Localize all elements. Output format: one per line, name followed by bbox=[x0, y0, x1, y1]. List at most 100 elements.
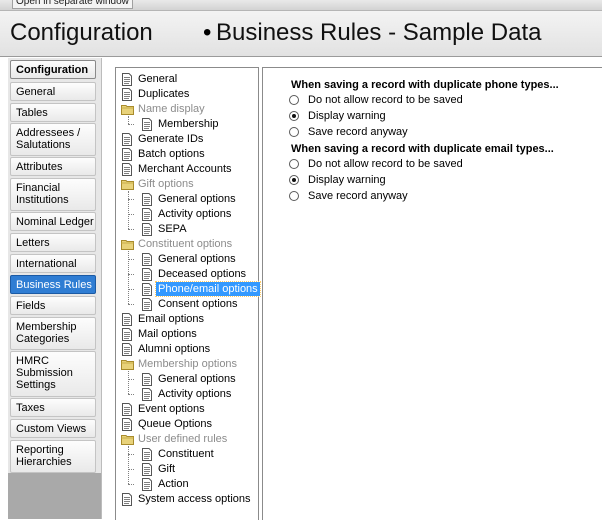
category-addressees-salutations[interactable]: Addressees / Salutations bbox=[10, 123, 96, 156]
category-taxes[interactable]: Taxes bbox=[10, 398, 96, 417]
category-membership-categories[interactable]: Membership Categories bbox=[10, 317, 96, 350]
tree-connector bbox=[128, 116, 129, 124]
radio-label: Do not allow record to be saved bbox=[308, 94, 463, 106]
tree-label: Name display bbox=[138, 103, 205, 115]
tree-label: Email options bbox=[138, 313, 205, 325]
page-icon bbox=[121, 343, 133, 356]
window-title-strip: Open in separate window bbox=[0, 0, 602, 11]
folder-icon bbox=[121, 103, 134, 116]
tree-label: Constituent options bbox=[138, 238, 233, 250]
radio-button[interactable] bbox=[289, 159, 299, 169]
tree-label: SEPA bbox=[158, 223, 187, 235]
folder-icon bbox=[121, 433, 134, 446]
radio-button[interactable] bbox=[289, 175, 299, 185]
category-nominal-ledger[interactable]: Nominal Ledger bbox=[10, 212, 96, 231]
tree-label: Batch options bbox=[138, 148, 205, 160]
tree-label: Deceased options bbox=[158, 268, 247, 280]
tree-connector bbox=[128, 124, 134, 125]
tree-label: Mail options bbox=[138, 328, 197, 340]
tree-label: Generate IDs bbox=[138, 133, 204, 145]
tree-label: Gift bbox=[158, 463, 176, 475]
page-icon bbox=[141, 478, 153, 491]
folder-icon bbox=[121, 358, 134, 371]
tree-label: General bbox=[138, 73, 178, 85]
tree-label: Gift options bbox=[138, 178, 194, 190]
tree-label: Action bbox=[158, 478, 189, 490]
tree-connector bbox=[128, 251, 129, 304]
page-icon bbox=[141, 208, 153, 221]
tree-connector bbox=[128, 484, 134, 485]
category-international[interactable]: International bbox=[10, 254, 96, 273]
tree-label: General options bbox=[158, 193, 236, 205]
tree-label: Duplicates bbox=[138, 88, 190, 100]
radio-button[interactable] bbox=[289, 191, 299, 201]
page-icon bbox=[121, 133, 133, 146]
page-icon bbox=[141, 388, 153, 401]
page-icon bbox=[121, 403, 133, 416]
page-icon bbox=[141, 193, 153, 206]
radio-label: Display warning bbox=[308, 110, 386, 122]
category-fields[interactable]: Fields bbox=[10, 296, 96, 315]
page-icon bbox=[121, 313, 133, 326]
tree-connector bbox=[128, 394, 134, 395]
page-icon bbox=[121, 88, 133, 101]
radio-button[interactable] bbox=[289, 95, 299, 105]
page-icon bbox=[141, 268, 153, 281]
page-icon bbox=[121, 73, 133, 86]
folder-icon bbox=[121, 238, 134, 251]
folder-icon bbox=[121, 178, 134, 191]
tree-connector bbox=[128, 191, 129, 229]
radio-label: Save record anyway bbox=[308, 126, 408, 138]
tree-label: Event options bbox=[138, 403, 205, 415]
tree-label: System access options bbox=[138, 493, 251, 505]
page-icon bbox=[121, 493, 133, 506]
tree-label: Alumni options bbox=[138, 343, 211, 355]
tree-connector bbox=[128, 446, 129, 484]
page-title: Configuration bbox=[10, 19, 153, 46]
tree-label: Activity options bbox=[158, 388, 232, 400]
page-icon bbox=[141, 298, 153, 311]
page-icon bbox=[141, 283, 153, 296]
category-tables[interactable]: Tables bbox=[10, 103, 96, 122]
page-icon bbox=[121, 148, 133, 161]
email-group-heading: When saving a record with duplicate emai… bbox=[291, 143, 554, 155]
page-icon bbox=[141, 223, 153, 236]
sidebar-empty-area bbox=[8, 473, 101, 519]
radio-label: Display warning bbox=[308, 174, 386, 186]
tree-label: Activity options bbox=[158, 208, 232, 220]
radio-button[interactable] bbox=[289, 127, 299, 137]
tree-connector bbox=[128, 229, 134, 230]
business-rules-tree[interactable]: General Duplicates Name display Membership G… bbox=[115, 67, 261, 520]
open-separate-window-button[interactable]: Open in separate window bbox=[12, 0, 133, 9]
tree-label: Phone/email options bbox=[155, 281, 261, 297]
tree-label: Consent options bbox=[158, 298, 238, 310]
radio-button[interactable] bbox=[289, 111, 299, 121]
category-financial-institutions[interactable]: Financial Institutions bbox=[10, 178, 96, 211]
category-attributes[interactable]: Attributes bbox=[10, 157, 96, 176]
category-business-rules[interactable]: Business Rules bbox=[10, 275, 96, 294]
category-configuration[interactable]: Configuration bbox=[10, 60, 96, 79]
radio-label: Save record anyway bbox=[308, 190, 408, 202]
category-custom-views[interactable]: Custom Views bbox=[10, 419, 96, 438]
page-subtitle: Business Rules - Sample Data bbox=[216, 19, 542, 46]
tree-label: User defined rules bbox=[138, 433, 228, 445]
tree-label: Membership options bbox=[138, 358, 238, 370]
options-pane: When saving a record with duplicate phon… bbox=[262, 67, 602, 520]
phone-group-heading: When saving a record with duplicate phon… bbox=[291, 79, 559, 91]
page-icon bbox=[141, 118, 153, 131]
page-icon bbox=[141, 373, 153, 386]
category-general[interactable]: General bbox=[10, 82, 96, 101]
header-divider bbox=[0, 56, 602, 57]
category-reporting-hierarchies[interactable]: Reporting Hierarchies bbox=[10, 440, 96, 473]
page-icon bbox=[141, 253, 153, 266]
category-hmrc-submission-settings[interactable]: HMRC Submission Settings bbox=[10, 351, 96, 397]
tree-label: General options bbox=[158, 373, 236, 385]
page-icon bbox=[141, 448, 153, 461]
tree-label: Membership bbox=[158, 118, 219, 130]
category-sidebar: Configuration General Tables Addressees / S… bbox=[8, 58, 102, 519]
page-icon bbox=[121, 163, 133, 176]
page-header: Configuration • Business Rules - Sample … bbox=[0, 11, 602, 56]
tree-connector bbox=[128, 304, 134, 305]
category-letters[interactable]: Letters bbox=[10, 233, 96, 252]
radio-label: Do not allow record to be saved bbox=[308, 158, 463, 170]
